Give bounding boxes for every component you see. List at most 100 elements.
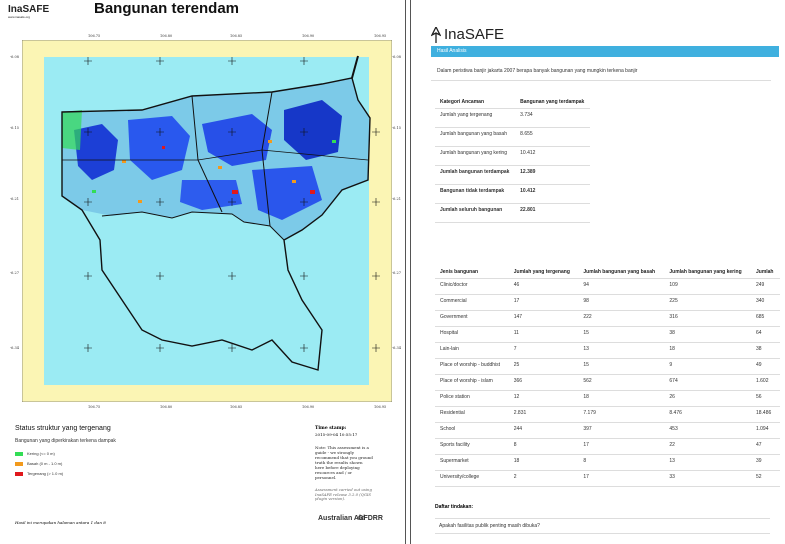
summary-table: Kategori Ancaman Bangunan yang terdampak… bbox=[435, 96, 590, 223]
tick-right: -6.15 bbox=[392, 126, 401, 130]
tick-right: -6.21 bbox=[392, 197, 401, 201]
tick-right: -6.08 bbox=[392, 55, 401, 59]
count-cell: 38 bbox=[750, 342, 780, 359]
summary-row: Jumlah seluruh bangunan 22.801 bbox=[435, 203, 590, 223]
count-cell: 18 bbox=[664, 342, 751, 359]
tick-right: -6.27 bbox=[392, 271, 401, 275]
building-type-cell: Government bbox=[435, 310, 509, 327]
tick-top: 106.75 bbox=[88, 34, 101, 38]
report-page: InaSAFE Hasil Analisis Dalam peristiwa b… bbox=[410, 0, 785, 544]
count-cell: 15 bbox=[578, 358, 665, 375]
building-type-cell: Police station bbox=[435, 390, 509, 407]
count-cell: 25 bbox=[508, 358, 579, 375]
map-page: InaSAFE www.inasafe.org Bangunan terenda… bbox=[0, 0, 406, 544]
count-cell: 13 bbox=[664, 454, 751, 471]
count-cell: 98 bbox=[578, 294, 665, 311]
tick-bottom: 106.80 bbox=[160, 405, 173, 409]
tick-top: 106.80 bbox=[160, 34, 173, 38]
count-cell: 26 bbox=[664, 390, 751, 407]
summary-header: Kategori Ancaman bbox=[435, 96, 516, 109]
count-cell: 17 bbox=[508, 294, 579, 311]
actions-title: Daftar tindakan: bbox=[435, 504, 474, 510]
summary-value: 22.801 bbox=[515, 203, 590, 223]
count-cell: 8 bbox=[578, 454, 665, 471]
summary-value: 12.389 bbox=[515, 165, 590, 185]
building-type-table: Jenis bangunan Jumlah yang tergenang Jum… bbox=[435, 266, 780, 487]
count-cell: 18 bbox=[508, 454, 579, 471]
detail-row: Supermarket 18 8 13 39 bbox=[435, 454, 780, 471]
building-type-cell: Supermarket bbox=[435, 454, 509, 471]
divider bbox=[431, 80, 771, 81]
page-footer: Hasil ini merupakan halaman antara 1 dan… bbox=[15, 520, 106, 525]
building-type-cell: Place of worship - islam bbox=[435, 374, 509, 391]
count-cell: 33 bbox=[664, 470, 751, 487]
tick-left: -6.08 bbox=[10, 55, 19, 59]
count-cell: 1.602 bbox=[750, 374, 780, 391]
count-cell: 1.094 bbox=[750, 422, 780, 439]
count-cell: 18 bbox=[578, 390, 665, 407]
building-type-cell: Residential bbox=[435, 406, 509, 423]
detail-body: Clinic/doctor 46 94 109 249 Commercial 17 98 225… bbox=[435, 278, 780, 487]
summary-value: 10.412 bbox=[515, 184, 590, 204]
legend-label: Basah (0 m - 1.0 m) bbox=[27, 461, 63, 466]
count-cell: 46 bbox=[508, 278, 579, 295]
count-cell: 453 bbox=[664, 422, 751, 439]
count-cell: 52 bbox=[750, 470, 780, 487]
legend-label: Kering (<= 0 m) bbox=[27, 451, 55, 456]
tick-left: -6.21 bbox=[10, 197, 19, 201]
count-cell: 15 bbox=[578, 326, 665, 343]
building-type-cell: Hospital bbox=[435, 326, 509, 343]
summary-row: Jumlah bangunan yang kering 10.412 bbox=[435, 146, 590, 166]
detail-row: Police station 12 18 26 56 bbox=[435, 390, 780, 407]
building-type-cell: Lain-lain bbox=[435, 342, 509, 359]
count-cell: 49 bbox=[750, 358, 780, 375]
count-cell: 8 bbox=[508, 438, 579, 455]
tick-top: 106.95 bbox=[374, 34, 387, 38]
tick-right: -6.34 bbox=[392, 346, 401, 350]
detail-row: Commercial 17 98 225 340 bbox=[435, 294, 780, 311]
count-cell: 12 bbox=[508, 390, 579, 407]
action-item: Apakah fasilitas publik penting masih di… bbox=[435, 518, 770, 534]
legend-swatch bbox=[15, 461, 23, 466]
legend-item: Basah (0 m - 1.0 m) bbox=[15, 461, 62, 466]
tick-bottom: 106.85 bbox=[230, 405, 243, 409]
report-logo-text: InaSAFE bbox=[444, 26, 505, 43]
detail-row: Government 147 222 316 685 bbox=[435, 310, 780, 327]
summary-label: Bangunan tidak terdampak bbox=[435, 184, 516, 204]
legend-swatch bbox=[15, 471, 23, 476]
tick-left: -6.34 bbox=[10, 346, 19, 350]
timestamp-label: Time stamp: bbox=[315, 426, 347, 431]
section-band: Hasil Analisis bbox=[431, 46, 779, 57]
detail-header: Jumlah bbox=[750, 266, 780, 279]
count-cell: 316 bbox=[664, 310, 751, 327]
count-cell: 38 bbox=[664, 326, 751, 343]
count-cell: 8.476 bbox=[664, 406, 751, 423]
building-type-cell: Sports facility bbox=[435, 438, 509, 455]
count-cell: 397 bbox=[578, 422, 665, 439]
logo-url: www.inasafe.org bbox=[8, 15, 31, 19]
building-type-cell: Place of worship - buddhist bbox=[435, 358, 509, 375]
count-cell: 39 bbox=[750, 454, 780, 471]
map-title: Bangunan terendam bbox=[94, 0, 240, 17]
logo-text: InaSAFE bbox=[8, 4, 50, 15]
legend-title: Status struktur yang tergenang bbox=[15, 425, 111, 432]
summary-label: Jumlah seluruh bangunan bbox=[435, 203, 516, 223]
detail-row: University/college 2 17 33 52 bbox=[435, 470, 780, 487]
flood-map bbox=[22, 40, 392, 402]
count-cell: 56 bbox=[750, 390, 780, 407]
count-cell: 147 bbox=[508, 310, 579, 327]
detail-row: Clinic/doctor 46 94 109 249 bbox=[435, 278, 780, 295]
building-type-cell: School bbox=[435, 422, 509, 439]
detail-row: Hospital 11 15 38 64 bbox=[435, 326, 780, 343]
detail-header: Jenis bangunan bbox=[435, 266, 509, 279]
count-cell: 64 bbox=[750, 326, 780, 343]
summary-label: Jumlah bangunan yang basah bbox=[435, 127, 516, 147]
summary-label: Jumlah bangunan terdampak bbox=[435, 165, 516, 185]
legend-swatch bbox=[15, 451, 23, 456]
count-cell: 7 bbox=[508, 342, 579, 359]
summary-value: 8.655 bbox=[515, 127, 590, 147]
assessment-note: Assessment carried out using InaSAFE rel… bbox=[315, 487, 372, 502]
analysis-question: Dalam peristiwa banjir jakarta 2007 bera… bbox=[437, 68, 638, 74]
legend-item: Tergenang (> 1.0 m) bbox=[15, 471, 63, 476]
count-cell: 685 bbox=[750, 310, 780, 327]
